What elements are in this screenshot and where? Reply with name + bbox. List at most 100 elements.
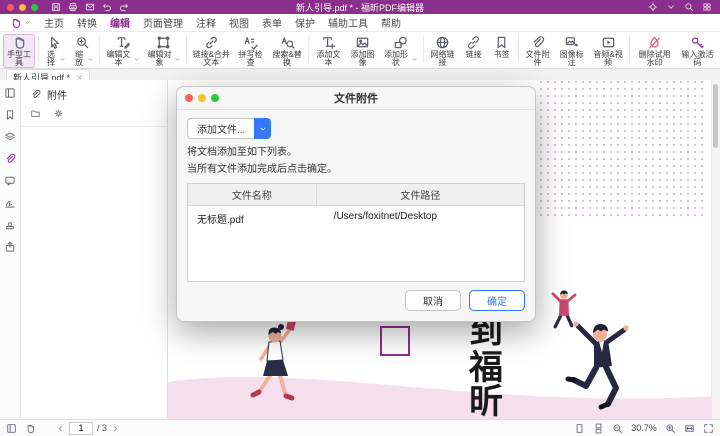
ribbon-button-zoom[interactable]: 缩放 [70,34,96,68]
statusbar: / 3 30.7% [0,419,720,436]
comments-icon[interactable] [4,175,16,187]
page-thumbnails-icon[interactable] [4,87,16,99]
share-icon[interactable] [4,241,16,253]
edit-object-icon [156,35,171,50]
ribbon-divider [186,36,187,62]
ribbon-button-link-merge[interactable]: 链接&合并文本 [190,34,233,68]
mail-icon[interactable] [85,2,95,12]
ribbon-button-search-replace[interactable]: 搜索&替换 [269,34,306,68]
ribbon-button-bookmark[interactable]: 书签 [489,34,515,60]
spell-check-icon [243,35,258,50]
dot-pattern-top-right [540,80,706,216]
apps-icon[interactable] [702,2,712,12]
menu-tab-9[interactable]: 帮助 [381,15,401,30]
menu-tab-0[interactable]: 主页 [44,15,64,30]
menu-tab-5[interactable]: 视图 [229,15,249,30]
quick-hand-tool[interactable] [10,17,31,29]
chevron-down-icon[interactable] [666,2,676,12]
zoom-level-label: 30.7% [629,423,659,433]
add-file-dropdown[interactable] [254,118,271,139]
hand-icon[interactable] [25,423,36,434]
ribbon-button-label: 删除试用水印 [635,51,674,67]
fullscreen-icon[interactable] [703,423,714,434]
cancel-button[interactable]: 取消 [405,290,461,311]
undo-icon[interactable] [102,2,112,12]
zoom-in-icon[interactable] [665,423,676,434]
ribbon-button-cursor[interactable]: 选择 [42,34,68,68]
redo-icon[interactable] [119,2,129,12]
settings-icon[interactable] [53,108,64,119]
menu-tab-6[interactable]: 表单 [262,15,282,30]
open-attachment-icon[interactable] [30,108,41,119]
ribbon-button-activation-code[interactable]: 输入激活码 [678,34,717,68]
dialog-zoom-button[interactable] [211,94,219,102]
menu-tab-2[interactable]: 编辑 [110,15,130,30]
dialog-minimize-button[interactable] [198,94,206,102]
menu-tab-7[interactable]: 保护 [295,15,315,30]
edit-text-icon [115,35,130,50]
ribbon-button-watermark-remove[interactable]: 删除试用水印 [633,34,676,68]
minimize-window-button[interactable] [19,4,26,11]
ribbon-divider [629,36,630,62]
ribbon-button-file-attach[interactable]: 文件附件 [521,34,553,68]
fit-width-icon[interactable] [684,423,695,434]
statusbar-view-tools [574,423,623,434]
attachments-panel-header: 附件 [21,80,167,105]
ribbon-button-edit-object[interactable]: 编辑对象 [144,34,183,68]
save-icon[interactable] [51,2,61,12]
ribbon-button-link[interactable]: 链接 [461,34,487,60]
ribbon-button-label: 选择 [44,51,58,67]
column-header-file-path: 文件路径 [317,184,524,205]
single-page-view-icon[interactable] [574,423,585,434]
add-file-button[interactable]: 添加文件... [187,118,254,139]
ribbon-button-add-text[interactable]: 添加文本 [312,34,344,68]
ribbon-button-label: 图像标注 [558,51,586,67]
signature-icon[interactable] [4,197,16,209]
continuous-view-icon[interactable] [593,423,604,434]
menu-tab-8[interactable]: 辅助工具 [328,15,368,30]
ribbon-button-label: 文件附件 [523,51,551,67]
zoom-window-button[interactable] [31,4,38,11]
window-titlebar: 新人引导.pdf * - 福昕PDF编辑器 [0,0,720,14]
zoom-out-icon[interactable] [612,423,623,434]
ribbon-button-web-link[interactable]: 网络链接 [426,34,458,68]
ribbon-button-hand[interactable]: 手型工具 [3,34,35,68]
layers-icon[interactable] [4,131,16,143]
chevron-down-icon [174,56,181,63]
close-window-button[interactable] [7,4,14,11]
illustration-person-man [568,321,629,407]
search-icon[interactable] [684,2,694,12]
menu-tab-3[interactable]: 页面管理 [143,15,183,30]
dialog-close-button[interactable] [185,94,193,102]
ribbon-button-label: 链接 [466,51,482,59]
attachments-icon[interactable] [4,153,16,165]
menu-tab-4[interactable]: 注释 [196,15,216,30]
statusbar-zoom-tools [665,423,714,434]
bookmarks-icon[interactable] [4,109,16,121]
stamp-icon[interactable] [4,219,16,231]
theme-icon[interactable] [648,2,658,12]
search-replace-icon [280,35,295,50]
ok-button[interactable]: 确定 [469,290,525,311]
dialog-body: 添加文件... 将文档添加至如下列表。 当所有文件添加完成后点击确定。 文件名称… [177,110,535,282]
dialog-hint-1: 将文档添加至如下列表。 [187,146,525,160]
ribbon-button-add-image[interactable]: 添加图像 [346,34,378,68]
page-number-input[interactable] [69,422,93,435]
ribbon-button-audio-video[interactable]: 音频&视频 [590,34,627,68]
table-row[interactable]: 无标题.pdf /Users/foxitnet/Desktop [188,206,524,231]
attachments-panel-toolbar [21,105,167,127]
prev-page-icon[interactable] [56,424,65,433]
add-file-split-button[interactable]: 添加文件... [187,118,271,139]
vertical-scrollbar[interactable] [711,80,720,420]
next-page-icon[interactable] [111,424,120,433]
ribbon-button-spell-check[interactable]: 拼写检查 [235,34,267,68]
menu-tab-1[interactable]: 转换 [77,15,97,30]
attachment-table: 文件名称 文件路径 无标题.pdf /Users/foxitnet/Deskto… [187,183,525,282]
ribbon-button-label: 缩放 [72,51,86,67]
ribbon-button-image-annot[interactable]: 图像标注 [556,34,588,68]
ribbon-button-add-shape[interactable]: 添加形状 [381,34,420,68]
print-icon[interactable] [68,2,78,12]
page-thumbnails-icon[interactable] [6,423,17,434]
ribbon-button-edit-text[interactable]: 编辑文本 [103,34,142,68]
scrollbar-thumb[interactable] [713,84,718,148]
